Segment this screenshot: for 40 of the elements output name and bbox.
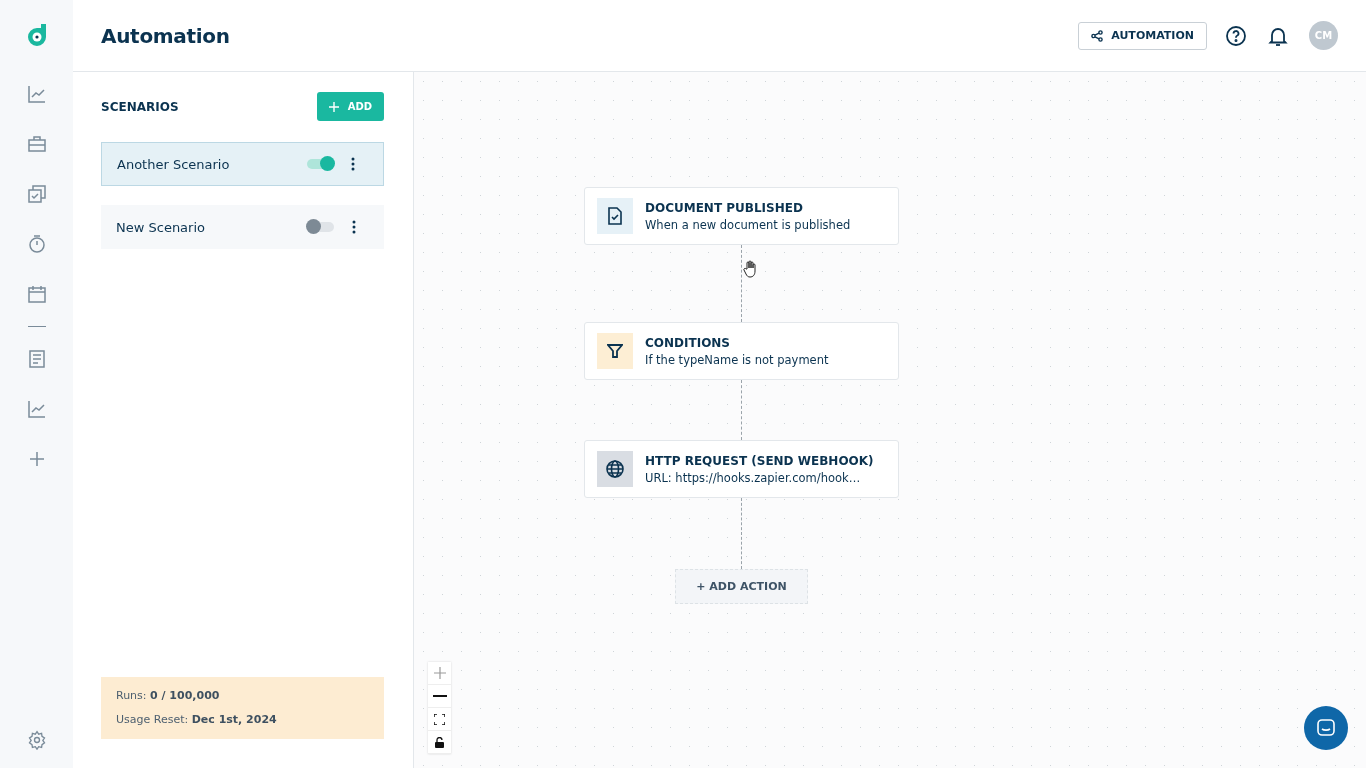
node-title: DOCUMENT PUBLISHED bbox=[645, 200, 804, 215]
node-description: If the typeName is not payment bbox=[645, 352, 829, 367]
flow-node-card[interactable]: HTTP REQUEST (SEND WEBHOOK) URL: https://hooks.zapier.com/hook… bbox=[584, 440, 899, 498]
scenario-name: Another Scenario bbox=[117, 156, 231, 172]
calendar-icon[interactable] bbox=[26, 284, 47, 304]
help-icon[interactable] bbox=[1225, 24, 1247, 47]
stopwatch-icon[interactable] bbox=[26, 234, 47, 254]
chart-icon[interactable] bbox=[26, 84, 47, 104]
scenario-item[interactable]: Another Scenario bbox=[101, 142, 384, 186]
globe-icon bbox=[597, 451, 633, 487]
document-check-icon bbox=[597, 198, 633, 234]
node-description: URL: https://hooks.zapier.com/hook… bbox=[645, 470, 862, 485]
automation-button[interactable]: AUTOMATION bbox=[1078, 21, 1207, 50]
flow-node-card[interactable]: CONDITIONS If the typeName is not payment bbox=[584, 322, 899, 380]
more-options-icon[interactable] bbox=[351, 157, 355, 171]
hand-cursor-icon bbox=[743, 260, 759, 278]
flow-node-card[interactable]: DOCUMENT PUBLISHED When a new document is published bbox=[584, 187, 899, 245]
filter-icon bbox=[597, 333, 633, 369]
node-description: When a new document is published bbox=[645, 217, 851, 232]
add-action-button[interactable]: + ADD ACTION bbox=[675, 569, 808, 604]
more-options-icon[interactable] bbox=[352, 220, 356, 234]
toggle-switch[interactable] bbox=[308, 222, 334, 232]
chart-icon[interactable] bbox=[26, 399, 47, 419]
scenario-item[interactable]: New Scenario bbox=[101, 205, 384, 249]
scenario-name: New Scenario bbox=[116, 219, 206, 235]
briefcase-icon[interactable] bbox=[26, 134, 47, 154]
share-nodes-icon bbox=[1091, 29, 1104, 42]
node-title: CONDITIONS bbox=[645, 335, 731, 350]
usage-reset-text: Usage Reset: Dec 1st, 2024 bbox=[116, 712, 278, 728]
runs-text: Runs: 0 / 100,000 bbox=[116, 688, 221, 704]
section-title: SCENARIOS bbox=[101, 99, 179, 114]
document-icon[interactable] bbox=[26, 349, 47, 369]
node-title: HTTP REQUEST (SEND WEBHOOK) bbox=[645, 453, 874, 468]
chat-icon bbox=[1316, 718, 1336, 738]
checklist-icon[interactable] bbox=[26, 184, 47, 204]
page-title: Automation bbox=[101, 23, 230, 48]
plus-icon bbox=[328, 101, 339, 112]
toggle-switch[interactable] bbox=[307, 159, 333, 169]
settings-icon[interactable] bbox=[26, 730, 47, 750]
chat-button[interactable] bbox=[1304, 706, 1348, 750]
